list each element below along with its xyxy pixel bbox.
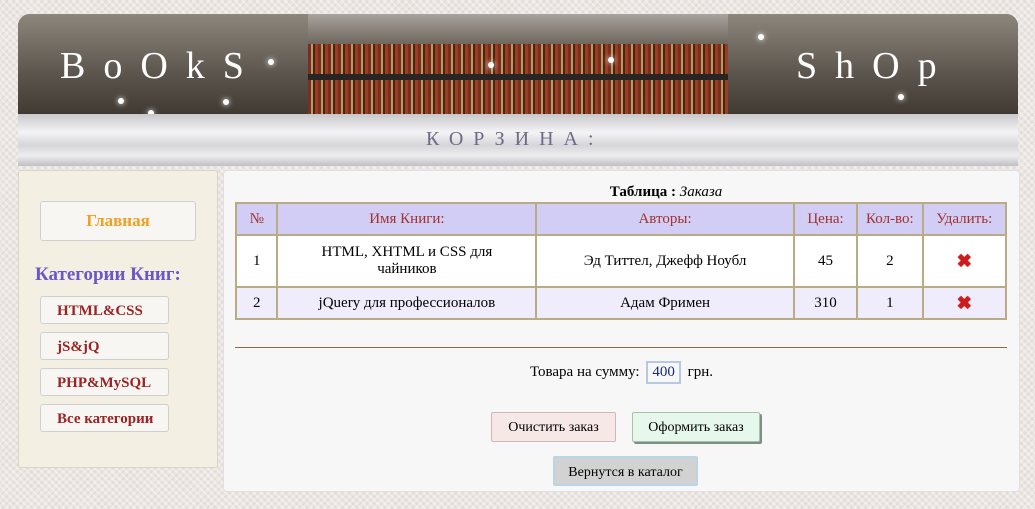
cart-table: № Имя Книги: Авторы: Цена: Кол-во: Удали… — [234, 202, 1007, 320]
row-price: 310 — [792, 286, 859, 320]
category-php-mysql[interactable]: PHP&MySQL — [40, 368, 169, 396]
home-button[interactable]: Главная — [40, 201, 196, 241]
delete-x-icon[interactable]: ✖ — [957, 251, 972, 271]
ceiling-light — [118, 98, 124, 104]
back-to-catalog-button[interactable]: Вернутся в каталог — [553, 456, 698, 486]
category-js-jq[interactable]: jS&jQ — [40, 332, 169, 360]
order-sum: Товара на сумму: 400 грн. — [224, 361, 1019, 384]
page-title-bar: КОРЗИНА: — [18, 114, 1018, 166]
row-qty: 2 — [856, 234, 924, 288]
ceiling-light — [268, 59, 274, 65]
sum-value-field: 400 — [646, 361, 681, 384]
row-price: 45 — [792, 234, 859, 288]
delete-x-icon[interactable]: ✖ — [957, 293, 972, 313]
cart-panel: Таблица : Заказа № Имя Книги: Авторы: Це… — [223, 170, 1020, 492]
row-qty: 1 — [856, 286, 924, 320]
ceiling-light — [758, 34, 764, 40]
sidebar: Главная Категории Книг: HTML&CSS jS&jQ P… — [18, 170, 218, 468]
ceiling-light — [488, 62, 494, 68]
row-delete-cell: ✖ — [921, 234, 1007, 288]
row-authors: Адам Фримен — [535, 286, 795, 320]
table-row: 1 HTML, XHTML и CSS для чайников Эд Титт… — [234, 234, 1007, 288]
table-row: 2 jQuery для профессионалов Адам Фримен … — [234, 286, 1007, 320]
page-title: КОРЗИНА: — [426, 128, 604, 150]
header-banner: BoOkS ShOp — [18, 14, 1018, 114]
row-delete-cell: ✖ — [921, 286, 1007, 320]
place-order-button[interactable]: Оформить заказ — [632, 412, 760, 442]
row-num: 1 — [234, 234, 279, 288]
header-price: Цена: — [792, 202, 859, 236]
row-authors: Эд Титтел, Джефф Ноубл — [535, 234, 795, 288]
row-book-name: HTML, XHTML и CSS для чайников — [276, 234, 538, 288]
caption-italic: Заказа — [679, 184, 723, 200]
header-delete: Удалить: — [921, 202, 1007, 236]
caption-bold: Таблица : — [609, 184, 677, 200]
categories-heading: Категории Книг: — [35, 264, 181, 285]
header-num: № — [234, 202, 279, 236]
table-caption: Таблица : Заказа — [224, 184, 1035, 201]
sum-label: Товара на сумму: — [529, 364, 640, 380]
brand-left: BoOkS — [60, 45, 262, 87]
header-authors: Авторы: — [535, 202, 795, 236]
row-book-name: jQuery для профессионалов — [276, 286, 538, 320]
category-all[interactable]: Все категории — [40, 404, 169, 432]
brand-right: ShOp — [796, 45, 955, 87]
ceiling-light — [223, 99, 229, 105]
ceiling-light — [898, 94, 904, 100]
banner-bookshelves — [308, 44, 728, 114]
ceiling-light — [608, 57, 614, 63]
header-qty: Кол-во: — [856, 202, 924, 236]
header-name: Имя Книги: — [276, 202, 538, 236]
category-html-css[interactable]: HTML&CSS — [40, 296, 169, 324]
row-num: 2 — [234, 286, 279, 320]
divider — [235, 347, 1007, 348]
page: BoOkS ShOp КОРЗИНА: Главная Категории Кн… — [18, 14, 1020, 494]
table-header-row: № Имя Книги: Авторы: Цена: Кол-во: Удали… — [234, 202, 1007, 236]
sum-currency: грн. — [687, 364, 714, 380]
clear-order-button[interactable]: Очистить заказ — [491, 412, 616, 442]
